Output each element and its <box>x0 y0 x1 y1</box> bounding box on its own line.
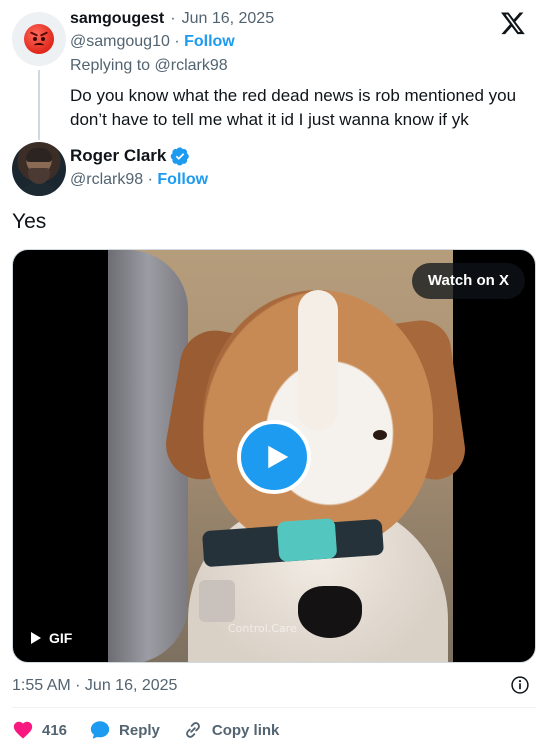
tweet-text: Yes <box>12 210 47 233</box>
reply-button[interactable]: Reply <box>89 719 160 741</box>
parent-tweet-text: Do you know what the red dead news is ro… <box>70 86 517 129</box>
like-button[interactable]: 416 <box>12 719 67 741</box>
gif-media[interactable]: Control.Care Watch on X GIF <box>12 249 536 663</box>
author-handle-separator: · <box>147 171 158 188</box>
reply-label: Reply <box>119 721 160 739</box>
parent-date-separator: · <box>170 10 176 27</box>
dog-blaze <box>298 290 338 430</box>
play-icon <box>267 445 288 469</box>
action-bar: 416 Reply Copy link <box>12 716 301 744</box>
dog-eye-right <box>373 430 387 440</box>
watch-on-x-button[interactable]: Watch on X <box>411 263 525 299</box>
copy-link-label: Copy link <box>211 721 280 739</box>
info-icon[interactable] <box>510 675 530 695</box>
gif-watermark: Control.Care <box>228 622 297 635</box>
play-small-icon <box>31 632 41 644</box>
gif-label: GIF <box>49 630 73 646</box>
divider <box>12 707 536 708</box>
author-display-name[interactable]: Roger Clark <box>70 144 166 168</box>
verified-badge-icon <box>171 147 190 166</box>
copy-link-button[interactable]: Copy link <box>182 719 280 741</box>
thread-line <box>38 70 40 140</box>
parent-display-name[interactable]: samgougest <box>70 8 164 30</box>
dog-id-tag <box>199 580 235 622</box>
angry-face-avatar[interactable] <box>12 12 66 66</box>
replying-handle[interactable]: @rclark98 <box>155 57 228 74</box>
gif-badge: GIF <box>31 630 72 646</box>
reply-bubble-icon <box>90 721 110 739</box>
parent-tweet[interactable]: samgougest · Jun 16, 2025 @samgoug10 · F… <box>12 8 532 140</box>
angry-face-icon <box>24 24 54 54</box>
replying-to-line: Replying to @rclark98 <box>70 54 532 78</box>
tweet-author: Roger Clark @rclark98 · Follow <box>12 142 532 198</box>
dog-collar-tag <box>276 518 338 562</box>
parent-date[interactable]: Jun 16, 2025 <box>182 8 275 30</box>
follow-button[interactable]: Follow <box>157 171 208 188</box>
author-handle[interactable]: @rclark98 <box>70 171 143 188</box>
heart-icon <box>13 721 33 739</box>
dog-nose <box>298 586 362 638</box>
parent-handle-separator: · <box>174 33 185 50</box>
parent-handle[interactable]: @samgoug10 <box>70 33 170 50</box>
avatar[interactable] <box>12 142 66 196</box>
link-icon <box>186 722 200 738</box>
play-button[interactable] <box>237 420 311 494</box>
like-count: 416 <box>42 721 68 739</box>
parent-follow-button[interactable]: Follow <box>184 33 235 50</box>
replying-prefix: Replying to <box>70 57 151 74</box>
tweet-timestamp[interactable]: 1:55 AM · Jun 16, 2025 <box>12 675 177 697</box>
